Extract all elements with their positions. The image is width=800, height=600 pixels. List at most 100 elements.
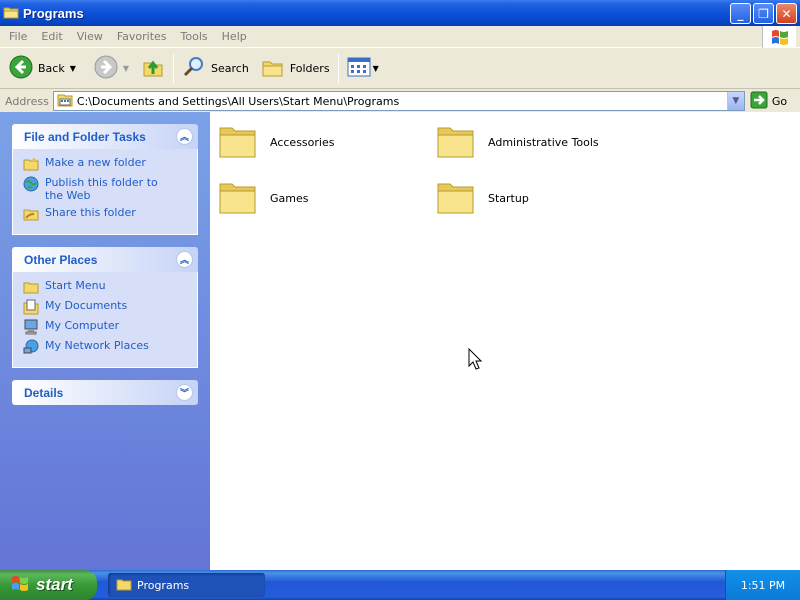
menu-bar: File Edit View Favorites Tools Help xyxy=(0,26,800,48)
menu-tools[interactable]: Tools xyxy=(174,30,215,43)
folders-icon xyxy=(261,56,285,81)
task-label: Make a new folder xyxy=(45,156,146,169)
other-places-header[interactable]: Other Places ︽ xyxy=(12,247,198,272)
new-folder-icon xyxy=(23,156,39,172)
place-my-documents[interactable]: My Documents xyxy=(23,299,191,315)
taskbar: start Programs 1:51 PM xyxy=(0,570,800,600)
back-arrow-icon xyxy=(9,55,33,82)
details-panel: Details ︾ xyxy=(12,380,198,405)
menu-file[interactable]: File xyxy=(2,30,34,43)
folder-item-startup[interactable]: Startup xyxy=(436,178,646,218)
address-dropdown-icon[interactable]: ▼ xyxy=(726,92,744,110)
collapse-chevron-icon[interactable]: ︽ xyxy=(176,251,193,268)
forward-button[interactable]: ▼ xyxy=(91,53,132,85)
title-bar[interactable]: Programs _ ❐ ✕ xyxy=(0,0,800,26)
views-dropdown-icon[interactable]: ▼ xyxy=(373,64,379,73)
go-button[interactable]: Go xyxy=(750,91,787,112)
panel-title: Details xyxy=(24,385,64,400)
address-input[interactable]: C:\Documents and Settings\All Users\Star… xyxy=(52,91,745,111)
go-label: Go xyxy=(771,94,788,108)
windows-logo-icon xyxy=(10,574,30,597)
minimize-icon: _ xyxy=(737,6,744,21)
folders-button[interactable]: Folders xyxy=(258,53,333,85)
task-make-new-folder[interactable]: Make a new folder xyxy=(23,156,191,172)
search-button[interactable]: Search xyxy=(179,53,252,85)
file-folder-tasks-panel: File and Folder Tasks ︽ Make a new folde… xyxy=(12,124,198,235)
address-label: Address xyxy=(5,94,49,108)
maximize-button[interactable]: ❐ xyxy=(753,3,774,24)
folder-name: Startup xyxy=(488,191,529,205)
menu-edit[interactable]: Edit xyxy=(34,30,69,43)
place-my-computer[interactable]: My Computer xyxy=(23,319,191,335)
folder-name: Games xyxy=(270,191,309,205)
go-arrow-icon xyxy=(750,91,768,112)
folder-content-area[interactable]: Accessories Administrative Tools Games S… xyxy=(210,112,800,570)
panel-title: Other Places xyxy=(24,252,98,267)
start-button[interactable]: start xyxy=(0,570,97,600)
close-icon: ✕ xyxy=(781,6,792,21)
panel-title: File and Folder Tasks xyxy=(24,129,146,144)
views-icon xyxy=(347,57,371,80)
folder-item-accessories[interactable]: Accessories xyxy=(218,122,428,162)
address-path: C:\Documents and Settings\All Users\Star… xyxy=(76,94,400,108)
start-label: start xyxy=(36,575,73,594)
other-places-panel: Other Places ︽ Start Menu My Documents M… xyxy=(12,247,198,368)
task-label: Share this folder xyxy=(45,206,136,219)
toolbar-separator xyxy=(173,53,175,84)
toolbar-separator xyxy=(337,53,339,84)
my-computer-icon xyxy=(23,319,39,335)
views-button[interactable]: ▼ xyxy=(344,53,382,85)
folder-icon xyxy=(116,577,132,594)
address-bar: Address C:\Documents and Settings\All Us… xyxy=(0,90,800,112)
file-folder-tasks-header[interactable]: File and Folder Tasks ︽ xyxy=(12,124,198,149)
folder-name: Administrative Tools xyxy=(488,135,599,149)
close-button[interactable]: ✕ xyxy=(776,3,797,24)
menu-help[interactable]: Help xyxy=(215,30,254,43)
forward-dropdown-icon[interactable]: ▼ xyxy=(123,64,129,73)
minimize-button[interactable]: _ xyxy=(730,3,751,24)
place-label: Start Menu xyxy=(45,279,106,292)
network-places-icon xyxy=(23,339,39,355)
folder-name: Accessories xyxy=(270,135,335,149)
taskbar-item-label: Programs xyxy=(137,578,190,592)
my-documents-icon xyxy=(23,299,39,315)
place-start-menu[interactable]: Start Menu xyxy=(23,279,191,295)
maximize-icon: ❐ xyxy=(758,6,769,21)
programs-folder-icon xyxy=(57,93,73,110)
folder-icon xyxy=(218,178,258,219)
menu-favorites[interactable]: Favorites xyxy=(110,30,174,43)
task-pane: File and Folder Tasks ︽ Make a new folde… xyxy=(0,112,210,570)
toolbar: Back ▼ ▼ Search Folders ▼ xyxy=(0,49,800,89)
collapse-chevron-icon[interactable]: ︽ xyxy=(176,128,193,145)
back-dropdown-icon[interactable]: ▼ xyxy=(70,64,76,73)
folder-icon xyxy=(436,178,476,219)
menu-view[interactable]: View xyxy=(70,30,110,43)
place-my-network-places[interactable]: My Network Places xyxy=(23,339,191,355)
search-label: Search xyxy=(211,62,249,75)
folder-icon xyxy=(3,5,19,22)
up-folder-icon xyxy=(141,55,165,82)
windows-logo-icon xyxy=(762,26,796,48)
share-folder-icon xyxy=(23,206,39,222)
mouse-cursor-icon xyxy=(468,347,483,373)
back-label: Back xyxy=(38,62,65,75)
globe-publish-icon xyxy=(23,176,39,192)
up-folder-button[interactable] xyxy=(138,53,168,85)
taskbar-item-programs[interactable]: Programs xyxy=(108,573,265,597)
task-label: Publish this folder to the Web xyxy=(45,176,158,202)
folder-item-games[interactable]: Games xyxy=(218,178,428,218)
folder-item-administrative-tools[interactable]: Administrative Tools xyxy=(436,122,646,162)
task-publish-folder-web[interactable]: Publish this folder to the Web xyxy=(23,176,191,202)
folders-label: Folders xyxy=(289,62,330,75)
back-button[interactable]: Back ▼ xyxy=(6,53,79,85)
clock[interactable]: 1:51 PM xyxy=(741,579,785,592)
forward-arrow-icon xyxy=(94,55,118,82)
place-label: My Network Places xyxy=(45,339,149,352)
place-label: My Documents xyxy=(45,299,128,312)
task-share-folder[interactable]: Share this folder xyxy=(23,206,191,222)
expand-chevron-icon[interactable]: ︾ xyxy=(176,384,193,401)
details-header[interactable]: Details ︾ xyxy=(12,380,198,405)
search-icon xyxy=(182,55,206,82)
window-title: Programs xyxy=(23,5,84,21)
system-tray: 1:51 PM xyxy=(725,570,800,600)
